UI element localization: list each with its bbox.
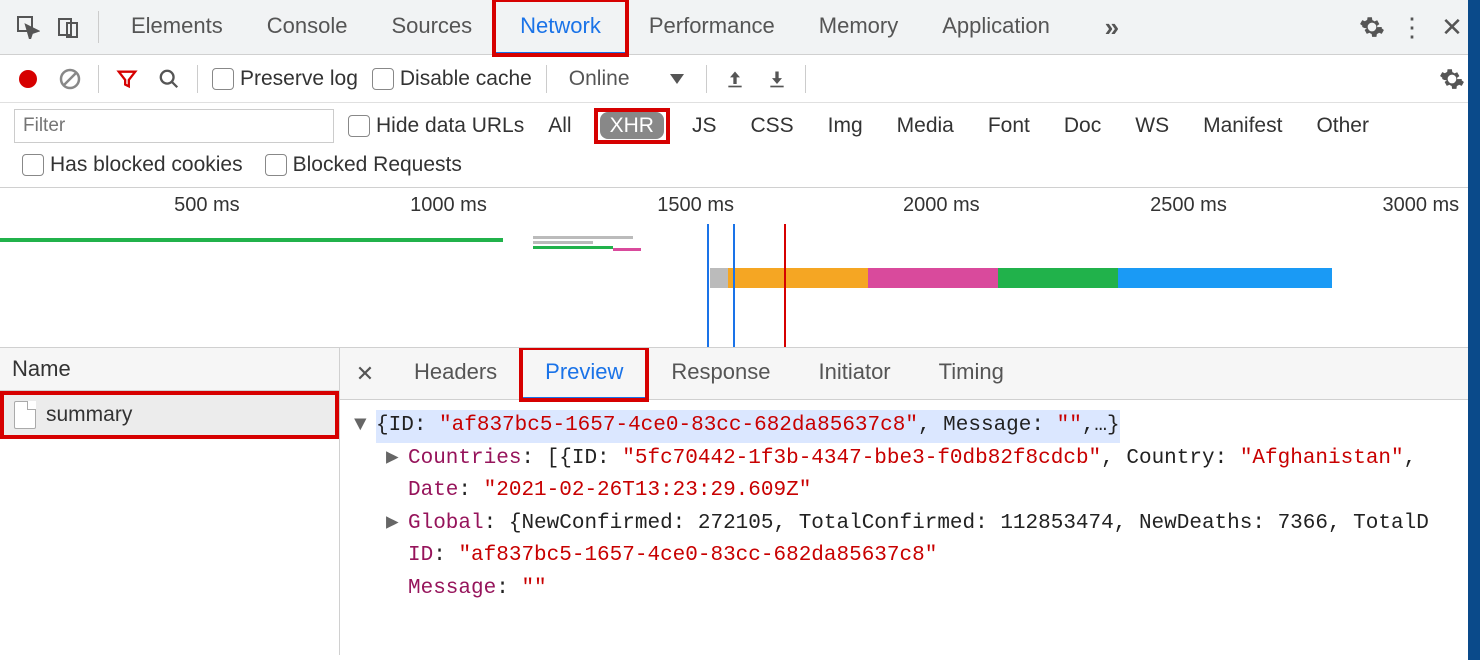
type-all[interactable]: All — [538, 112, 581, 140]
request-name: summary — [46, 403, 132, 427]
preserve-log-checkbox[interactable]: Preserve log — [212, 67, 358, 91]
type-js[interactable]: JS — [682, 112, 727, 140]
request-row-highlight: summary — [2, 393, 337, 437]
type-other[interactable]: Other — [1306, 112, 1379, 140]
tab-sources[interactable]: Sources — [369, 0, 494, 55]
filter-row: Hide data URLs All XHR JS CSS Img Media … — [0, 103, 1480, 143]
filter-row-2: Has blocked cookies Blocked Requests — [0, 143, 1480, 188]
device-toggle-icon[interactable] — [48, 7, 88, 47]
separator — [197, 65, 198, 93]
separator — [98, 11, 99, 43]
separator — [805, 65, 806, 93]
overview-bar — [0, 238, 503, 242]
type-css[interactable]: CSS — [740, 112, 803, 140]
throttling-value: Online — [569, 67, 630, 91]
json-message[interactable]: Message: "" — [354, 573, 1474, 606]
preview-highlight: Preview — [521, 348, 647, 400]
tick-500: 500 ms — [174, 194, 246, 217]
overview-mainbar — [710, 268, 1332, 288]
marker-load — [733, 224, 735, 347]
type-font[interactable]: Font — [978, 112, 1040, 140]
tick-3000: 3000 ms — [1382, 194, 1465, 217]
tick-1000: 1000 ms — [410, 194, 493, 217]
download-har-icon[interactable] — [763, 65, 791, 93]
expand-icon[interactable]: ▶ — [386, 508, 404, 541]
tab-console[interactable]: Console — [245, 0, 370, 55]
hide-data-urls-checkbox[interactable]: Hide data URLs — [348, 114, 524, 138]
time-ruler: 500 ms 1000 ms 1500 ms 2000 ms 2500 ms 3… — [0, 188, 1480, 222]
type-xhr[interactable]: XHR — [600, 112, 664, 139]
network-toolbar: Preserve log Disable cache Online — [0, 55, 1480, 103]
waterfall-overview[interactable]: 500 ms 1000 ms 1500 ms 2000 ms 2500 ms 3… — [0, 188, 1480, 348]
dtab-response[interactable]: Response — [647, 348, 794, 400]
type-manifest[interactable]: Manifest — [1193, 112, 1292, 140]
collapse-icon[interactable]: ▼ — [354, 410, 372, 443]
marker-domcontent — [707, 224, 709, 347]
blocked-requests-label: Blocked Requests — [293, 153, 462, 177]
disable-cache-label: Disable cache — [400, 67, 532, 91]
tab-elements[interactable]: Elements — [109, 0, 245, 55]
blocked-requests-checkbox[interactable]: Blocked Requests — [265, 153, 462, 177]
json-date[interactable]: Date: "2021-02-26T13:23:29.609Z" — [354, 475, 1474, 508]
network-split: Name summary ✕ Headers Preview Response … — [0, 348, 1480, 655]
settings-icon[interactable] — [1352, 7, 1392, 47]
detail-pane: ✕ Headers Preview Response Initiator Tim… — [340, 348, 1480, 655]
dtab-headers[interactable]: Headers — [390, 348, 521, 400]
dtab-initiator[interactable]: Initiator — [794, 348, 914, 400]
tick-2000: 2000 ms — [903, 194, 986, 217]
type-img[interactable]: Img — [818, 112, 873, 140]
throttling-select[interactable]: Online — [561, 65, 692, 93]
dtab-timing[interactable]: Timing — [915, 348, 1028, 400]
request-list-pane: Name summary — [0, 348, 340, 655]
json-countries[interactable]: ▶ Countries: [{ID: "5fc70442-1f3b-4347-b… — [354, 443, 1474, 476]
disable-cache-checkbox[interactable]: Disable cache — [372, 67, 532, 91]
hide-data-urls-label: Hide data URLs — [376, 114, 524, 138]
tab-memory[interactable]: Memory — [797, 0, 920, 55]
filter-icon[interactable] — [113, 65, 141, 93]
detail-tabs: ✕ Headers Preview Response Initiator Tim… — [340, 348, 1480, 400]
search-icon[interactable] — [155, 65, 183, 93]
type-doc[interactable]: Doc — [1054, 112, 1111, 140]
kebab-menu-icon[interactable]: ⋮ — [1392, 7, 1432, 47]
upload-har-icon[interactable] — [721, 65, 749, 93]
tick-1500: 1500 ms — [657, 194, 740, 217]
close-icon[interactable]: ✕ — [1432, 7, 1472, 47]
chevron-down-icon — [670, 74, 684, 84]
dtab-preview[interactable]: Preview — [521, 348, 647, 400]
devtools-tab-bar: Elements Console Sources Network Perform… — [0, 0, 1480, 55]
filter-input[interactable] — [14, 109, 334, 143]
json-root[interactable]: ▼ {ID: "af837bc5-1657-4ce0-83cc-682da856… — [354, 410, 1474, 443]
clear-icon[interactable] — [56, 65, 84, 93]
window-edge — [1468, 0, 1480, 660]
separator — [546, 65, 547, 93]
marker-current — [784, 224, 786, 347]
file-icon — [14, 401, 36, 429]
xhr-highlight: XHR — [596, 110, 668, 142]
tick-2500: 2500 ms — [1150, 194, 1233, 217]
record-icon[interactable] — [14, 65, 42, 93]
close-detail-icon[interactable]: ✕ — [340, 361, 390, 387]
preview-body[interactable]: ▼ {ID: "af837bc5-1657-4ce0-83cc-682da856… — [340, 400, 1480, 615]
inspect-element-icon[interactable] — [8, 7, 48, 47]
json-global[interactable]: ▶ Global: {NewConfirmed: 272105, TotalCo… — [354, 508, 1474, 541]
tab-performance[interactable]: Performance — [627, 0, 797, 55]
expand-icon[interactable]: ▶ — [386, 443, 404, 476]
blocked-cookies-checkbox[interactable]: Has blocked cookies — [22, 153, 243, 177]
separator — [706, 65, 707, 93]
overview-cluster — [533, 234, 653, 253]
type-ws[interactable]: WS — [1125, 112, 1179, 140]
blocked-cookies-label: Has blocked cookies — [50, 153, 243, 177]
tab-application[interactable]: Application — [920, 0, 1072, 55]
more-tabs-icon[interactable]: » — [1092, 7, 1132, 47]
network-settings-icon[interactable] — [1438, 65, 1466, 93]
request-name-header[interactable]: Name — [0, 348, 339, 391]
separator — [98, 65, 99, 93]
type-media[interactable]: Media — [887, 112, 964, 140]
json-id[interactable]: ID: "af837bc5-1657-4ce0-83cc-682da85637c… — [354, 540, 1474, 573]
preserve-log-label: Preserve log — [240, 67, 358, 91]
tab-network[interactable]: Network — [494, 0, 627, 55]
request-row[interactable]: summary — [2, 393, 337, 437]
